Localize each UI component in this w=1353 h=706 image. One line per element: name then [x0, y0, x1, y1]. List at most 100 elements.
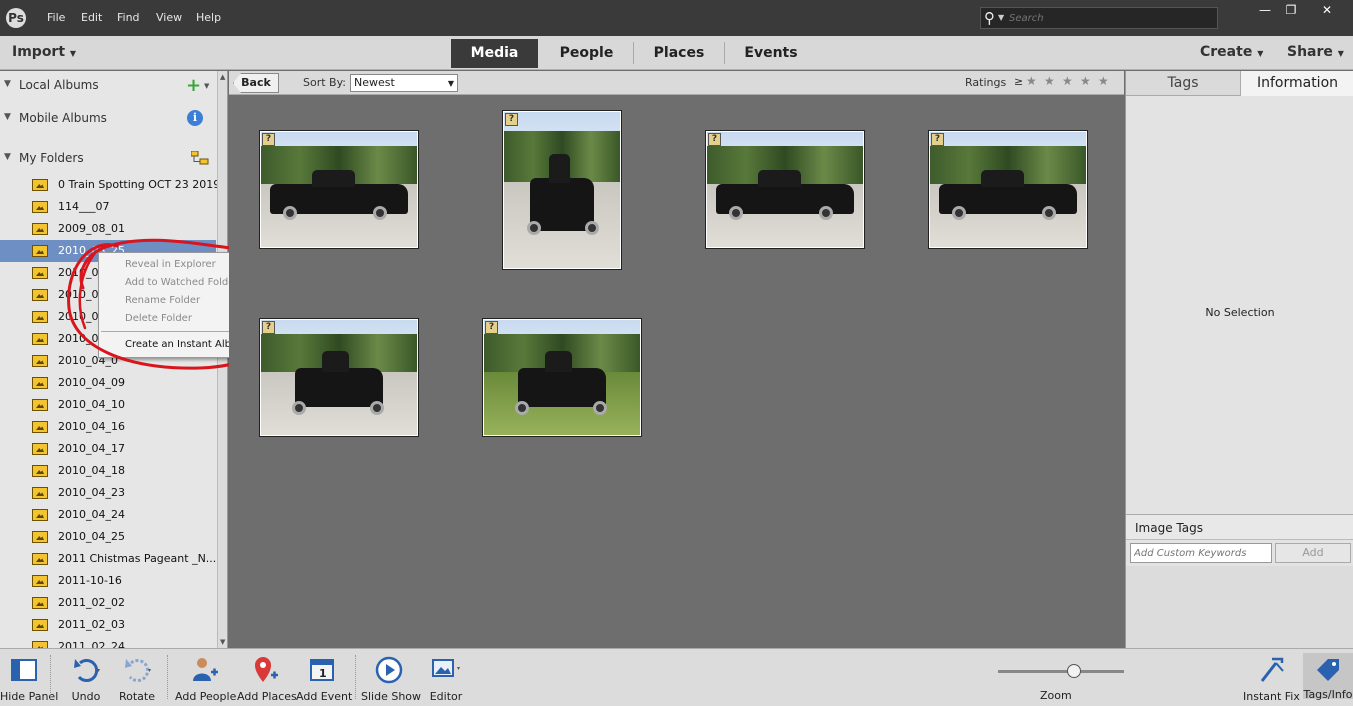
folder-item[interactable]: 2010_04_18	[0, 460, 216, 482]
folder-item[interactable]: 2011_02_02	[0, 592, 216, 614]
folder-icon	[32, 421, 48, 433]
menu-item-reveal-in-explorer[interactable]: Reveal in Explorer	[125, 259, 216, 270]
sort-value: Newest	[354, 76, 395, 89]
slide-show-button[interactable]: Slide Show	[361, 655, 421, 703]
media-thumbnail[interactable]: ?	[259, 130, 419, 249]
rating-star-icon[interactable]: ★	[1044, 74, 1055, 88]
tab-people[interactable]: People	[540, 39, 633, 68]
folder-item[interactable]: 2011-10-16	[0, 570, 216, 592]
truck-shape	[518, 350, 606, 408]
folder-item[interactable]: 2010_04_09	[0, 372, 216, 394]
menu-view[interactable]: View	[156, 11, 182, 24]
menu-edit[interactable]: Edit	[81, 11, 102, 24]
wheel-shape	[373, 205, 388, 220]
add-places-button[interactable]: Add Places	[237, 655, 297, 703]
share-button[interactable]: Share ▼	[1287, 44, 1344, 60]
folder-item[interactable]: 114___07	[0, 196, 216, 218]
import-button[interactable]: Import ▼	[12, 44, 76, 60]
tab-media[interactable]: Media	[451, 39, 538, 68]
restore-button[interactable]: ❐	[1276, 1, 1306, 19]
folder-item[interactable]: 2010_04_10	[0, 394, 216, 416]
folder-item[interactable]: 2010_04_25	[0, 526, 216, 548]
add-people-label: Add People	[175, 690, 237, 703]
collapse-triangle-icon[interactable]: ▼	[4, 112, 11, 122]
truck-photo	[484, 320, 640, 435]
media-thumbnail[interactable]: ?	[259, 318, 419, 437]
editor-button[interactable]: Editor	[424, 655, 468, 703]
folder-label: 2010_0	[58, 332, 99, 345]
zoom-slider-thumb[interactable]	[1066, 664, 1081, 678]
add-tag-button[interactable]: Add	[1275, 543, 1351, 563]
instant-fix-button[interactable]: Instant Fix	[1243, 655, 1300, 703]
workspace-bar: Import ▼ Media People Places Events Crea…	[0, 36, 1353, 70]
folder-item[interactable]: 2010_04_24	[0, 504, 216, 526]
media-thumbnail[interactable]: ?	[482, 318, 642, 437]
sort-by-label: Sort By:	[303, 76, 347, 89]
menu-help[interactable]: Help	[196, 11, 221, 24]
app-logo-icon[interactable]: Ps	[6, 8, 26, 28]
add-people-button[interactable]: Add People	[175, 655, 237, 703]
menu-item-add-to-watched-folders[interactable]: Add to Watched Folders	[125, 277, 244, 288]
add-album-icon[interactable]: +	[186, 77, 201, 95]
wheel-shape	[819, 205, 834, 220]
rotate-button[interactable]: Rotate	[115, 655, 159, 703]
folder-item[interactable]: 2010_04_16	[0, 416, 216, 438]
no-selection-text: No Selection	[1205, 306, 1275, 319]
media-thumbnail[interactable]: ?	[705, 130, 865, 249]
folder-item[interactable]: 2009_08_01	[0, 218, 216, 240]
rating-star-icon[interactable]: ★	[1098, 74, 1109, 88]
tab-places[interactable]: Places	[634, 39, 724, 68]
folder-tree-view-icon[interactable]	[191, 151, 209, 165]
tab-events[interactable]: Events	[725, 39, 817, 68]
folder-label: 2011_02_02	[58, 596, 125, 609]
ratings-operator[interactable]: ≥	[1014, 75, 1023, 88]
folder-item[interactable]: 0 Train Spotting OCT 23 2019	[0, 174, 220, 196]
menu-find[interactable]: Find	[117, 11, 140, 24]
tab-tags[interactable]: Tags	[1126, 71, 1240, 96]
chevron-down-icon[interactable]: ▼	[204, 82, 209, 90]
folder-item[interactable]: 2011_02_03	[0, 614, 216, 636]
rating-star-icon[interactable]: ★	[1062, 74, 1073, 88]
media-thumbnail[interactable]: ?	[502, 110, 622, 270]
menu-file[interactable]: File	[47, 11, 65, 24]
media-thumbnail[interactable]: ?	[928, 130, 1088, 249]
custom-keywords-input[interactable]	[1130, 543, 1272, 563]
collapse-triangle-icon[interactable]: ▼	[4, 79, 11, 89]
undo-button[interactable]: Undo	[64, 655, 108, 703]
menu-item-rename-folder[interactable]: Rename Folder	[125, 295, 200, 306]
sort-by-select[interactable]: Newest ▼	[350, 74, 458, 92]
slide-show-icon	[375, 656, 403, 684]
add-event-button[interactable]: 1 Add Event	[296, 655, 352, 703]
zoom-slider[interactable]	[998, 664, 1124, 678]
search-box[interactable]: ⚲ ▼	[980, 7, 1218, 29]
local-albums-header[interactable]: ▼ Local Albums + ▼	[0, 75, 216, 97]
rating-star-icon[interactable]: ★	[1026, 74, 1037, 88]
folder-icon	[32, 641, 48, 648]
unknown-status-badge: ?	[931, 133, 944, 146]
hide-panel-button[interactable]: Hide Panel	[0, 655, 58, 703]
scroll-down-icon[interactable]: ▼	[220, 638, 225, 646]
collapse-triangle-icon[interactable]: ▼	[4, 152, 11, 162]
close-button[interactable]: ✕	[1312, 1, 1342, 19]
mobile-albums-header[interactable]: ▼ Mobile Albums i	[0, 108, 216, 130]
info-icon[interactable]: i	[187, 110, 203, 126]
rating-star-icon[interactable]: ★	[1080, 74, 1091, 88]
folder-icon	[32, 333, 48, 345]
folder-item[interactable]: 2011 Chistmas Pageant _N...	[0, 548, 216, 570]
folder-item[interactable]: 2011_02_24	[0, 636, 216, 648]
editor-icon	[432, 659, 460, 677]
folder-item[interactable]: 2010_04_17	[0, 438, 216, 460]
create-button[interactable]: Create ▼	[1200, 44, 1263, 60]
unknown-status-badge: ?	[262, 133, 275, 146]
back-button[interactable]: Back	[233, 73, 279, 93]
tab-information[interactable]: Information	[1240, 71, 1353, 96]
menu-item-delete-folder[interactable]: Delete Folder	[125, 313, 192, 324]
tags-info-button[interactable]: Tags/Info	[1303, 653, 1353, 701]
chevron-down-icon[interactable]: ▼	[998, 13, 1004, 22]
add-people-icon	[193, 658, 218, 681]
scroll-up-icon[interactable]: ▲	[220, 73, 225, 81]
left-panel-scrollbar[interactable]: ▲ ▼	[217, 71, 227, 648]
search-input[interactable]	[1009, 10, 1209, 26]
folder-item[interactable]: 2010_04_23	[0, 482, 216, 504]
my-folders-header[interactable]: ▼ My Folders	[0, 148, 216, 170]
